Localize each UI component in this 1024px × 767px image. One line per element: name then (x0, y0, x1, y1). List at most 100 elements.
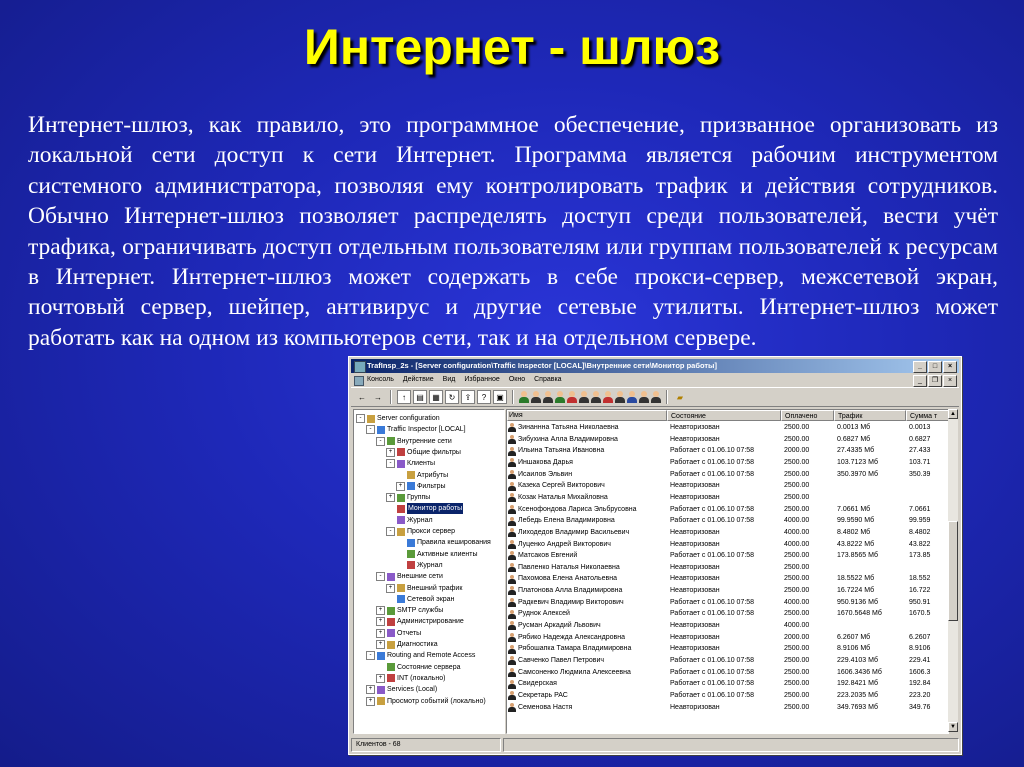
table-row[interactable]: Ксенофондова Лариса Эльбрусовна Работает … (507, 504, 948, 516)
tree-item[interactable]: Активные клиенты (396, 549, 478, 560)
table-row[interactable]: Рябошапка Тамара Владимировна Неавторизов… (507, 643, 948, 655)
table-row[interactable]: Секретарь РАС Работает с 01.06.10 07:58 25… (507, 690, 948, 702)
console-tree-icon[interactable]: ▣ (493, 390, 507, 404)
vertical-scrollbar[interactable]: ▲ ▼ (948, 409, 958, 732)
tree-item[interactable]: Журнал (386, 515, 433, 526)
table-row[interactable]: Павленко Наталья Николаевна Неавторизован… (507, 562, 948, 574)
tree-item[interactable]: + Внешний трафик (386, 583, 462, 594)
expand-icon[interactable]: + (396, 481, 405, 491)
collapse-icon[interactable]: - (356, 414, 365, 423)
table-row[interactable]: Луценко Андрей Викторович Неавторизован 40… (507, 539, 948, 551)
user-message-icon[interactable] (627, 391, 637, 403)
table-row[interactable]: Матсаков Евгений Работает с 01.06.10 07:5… (507, 550, 948, 562)
table-row[interactable]: Семенова Настя Неавторизован 2500.00 349.76… (507, 702, 948, 714)
collapse-icon[interactable]: - (376, 572, 385, 582)
table-row[interactable]: Самсоненко Людмила Алексеевна Работает с … (507, 667, 948, 679)
scroll-down-icon[interactable]: ▼ (948, 722, 958, 732)
user-edit-icon[interactable] (579, 391, 589, 403)
expand-icon[interactable]: + (376, 617, 385, 627)
tree-item[interactable]: + Просмотр событий (локально) (366, 696, 486, 707)
user-group-icon[interactable] (591, 391, 601, 403)
tree-item[interactable]: - Traffic Inspector [LOCAL] (366, 424, 466, 435)
col-sum-header[interactable]: Сумма т (906, 410, 948, 421)
expand-icon[interactable]: + (366, 685, 375, 695)
user-reset-icon[interactable] (651, 391, 661, 403)
export-icon[interactable]: ⇪ (461, 390, 475, 404)
refresh-icon[interactable]: ↻ (445, 390, 459, 404)
table-row[interactable]: Русман Аркадий Львович Неавторизован 4000.… (507, 620, 948, 632)
table-row[interactable]: Иншакова Дарья Работает с 01.06.10 07:58 2… (507, 457, 948, 469)
user-delete-icon[interactable] (603, 391, 613, 403)
up-folder-icon[interactable]: ↑ (397, 390, 411, 404)
user-icon[interactable] (531, 391, 541, 403)
tree-item[interactable]: - Внешние сети (376, 571, 443, 582)
user-info-icon[interactable] (615, 391, 625, 403)
tree-item[interactable]: - Routing and Remote Access (366, 650, 475, 661)
tree-item[interactable]: Журнал (396, 560, 443, 571)
user-stop-icon[interactable] (567, 391, 577, 403)
tree-item[interactable]: + INT (локально) (376, 673, 445, 684)
table-row[interactable]: Казека Сергей Викторович Неавторизован 250… (507, 480, 948, 492)
user-online-icon[interactable] (519, 391, 529, 403)
tree-item[interactable]: + Services (Local) (366, 684, 437, 695)
tree-item[interactable]: - Внутренние сети (376, 436, 452, 447)
menu-help[interactable]: Справка (534, 374, 561, 386)
close-button[interactable]: × (943, 361, 957, 373)
tree-item[interactable]: + Диагностика (376, 639, 438, 650)
tree-item[interactable]: - Server configuration (356, 413, 440, 424)
collapse-icon[interactable]: - (366, 425, 375, 435)
table-row[interactable]: Свидерская Работает с 01.06.10 07:58 2500.… (507, 678, 948, 690)
tree-item[interactable]: Сетевой экран (386, 594, 454, 605)
expand-icon[interactable]: + (376, 628, 385, 638)
col-name-header[interactable]: Имя (507, 410, 667, 421)
table-row[interactable]: Рябико Надежда Александровна Неавторизова… (507, 632, 948, 644)
collapse-icon[interactable]: - (386, 527, 395, 536)
tree-item[interactable]: + Администрирование (376, 616, 464, 627)
col-traffic-header[interactable]: Трафик (834, 410, 906, 421)
scroll-thumb[interactable] (948, 521, 958, 621)
properties-icon[interactable]: ▦ (429, 390, 443, 404)
collapse-icon[interactable]: - (386, 459, 395, 469)
table-row[interactable]: Пахомова Елена Анатольевна Неавторизован 2… (507, 573, 948, 585)
col-state-header[interactable]: Состояние (667, 410, 781, 421)
tree-item[interactable]: Состояние сервера (376, 662, 460, 673)
user-start-icon[interactable] (555, 391, 565, 403)
menu-console[interactable]: Консоль (367, 374, 394, 386)
table-row[interactable]: Радкевич Владимир Викторович Работает с 0… (507, 597, 948, 609)
scroll-up-icon[interactable]: ▲ (948, 409, 958, 419)
tree-item[interactable]: + SMTP службы (376, 605, 443, 616)
tree-item[interactable]: + Группы (386, 492, 430, 503)
mdi-close-button[interactable]: × (943, 375, 957, 387)
tree-item[interactable]: + Фильтры (396, 481, 446, 492)
minimize-button[interactable]: _ (913, 361, 927, 373)
user-add-icon[interactable] (543, 391, 553, 403)
expand-icon[interactable]: + (376, 640, 385, 649)
expand-icon[interactable]: + (386, 447, 395, 457)
table-row[interactable]: Савченко Павел Петрович Работает с 01.06.… (507, 655, 948, 667)
expand-icon[interactable]: + (376, 673, 385, 683)
table-row[interactable]: Лебедь Елена Владимировна Работает с 01.0… (507, 515, 948, 527)
menu-window[interactable]: Окно (509, 374, 525, 386)
table-row[interactable]: Ильина Татьяна Ивановна Работает с 01.06.… (507, 445, 948, 457)
tree-item[interactable]: Правила кеширования (396, 537, 491, 548)
show-tree-icon[interactable]: ▤ (413, 390, 427, 404)
tree-item[interactable]: Атрибуты (396, 470, 448, 481)
expand-icon[interactable]: + (386, 583, 395, 593)
table-row[interactable]: Руднок Алексей Работает с 01.06.10 07:58 2… (507, 608, 948, 620)
table-row[interactable]: Козак Наталья Михайловна Неавторизован 250… (507, 492, 948, 504)
window-titlebar[interactable]: TrafInsp_2s - [Server configuration\Traf… (351, 359, 959, 373)
mdi-restore-button[interactable]: ❐ (928, 375, 942, 387)
tree-item[interactable]: + Общие фильтры (386, 447, 461, 458)
expand-icon[interactable]: + (386, 493, 395, 503)
mdi-minimize-button[interactable]: _ (913, 375, 927, 387)
tree-item[interactable]: + Отчеты (376, 628, 421, 639)
tree-item[interactable]: Монитор работы (386, 503, 464, 515)
collapse-icon[interactable]: - (376, 436, 385, 446)
expand-icon[interactable]: + (366, 696, 375, 706)
collapse-icon[interactable]: - (366, 651, 375, 661)
col-paid-header[interactable]: Оплачено (781, 410, 834, 421)
menu-favorites[interactable]: Избранное (464, 374, 499, 386)
user-lock-icon[interactable] (639, 391, 649, 403)
expand-icon[interactable]: + (376, 606, 385, 616)
help-icon[interactable]: ? (477, 390, 491, 404)
